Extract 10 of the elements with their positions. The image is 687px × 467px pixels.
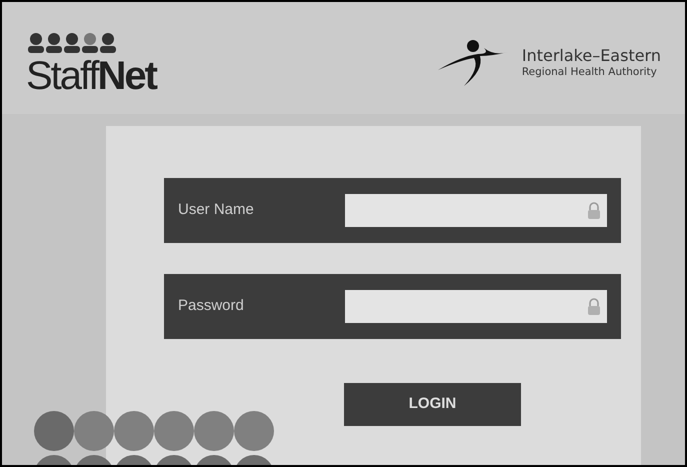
- field-label: Password: [178, 296, 244, 316]
- input-field[interactable]: [345, 290, 607, 323]
- lock-icon: [587, 298, 601, 316]
- login-button[interactable]: LOGIN: [344, 383, 521, 426]
- input-field[interactable]: [345, 194, 607, 227]
- field-label: User Name: [178, 200, 254, 220]
- lock-icon: [587, 202, 601, 220]
- staffnet-logo-text: StaffNet: [26, 56, 156, 96]
- organization-subtitle: Regional Health Authority: [522, 66, 658, 80]
- organization-name: Interlake–Eastern: [522, 46, 661, 66]
